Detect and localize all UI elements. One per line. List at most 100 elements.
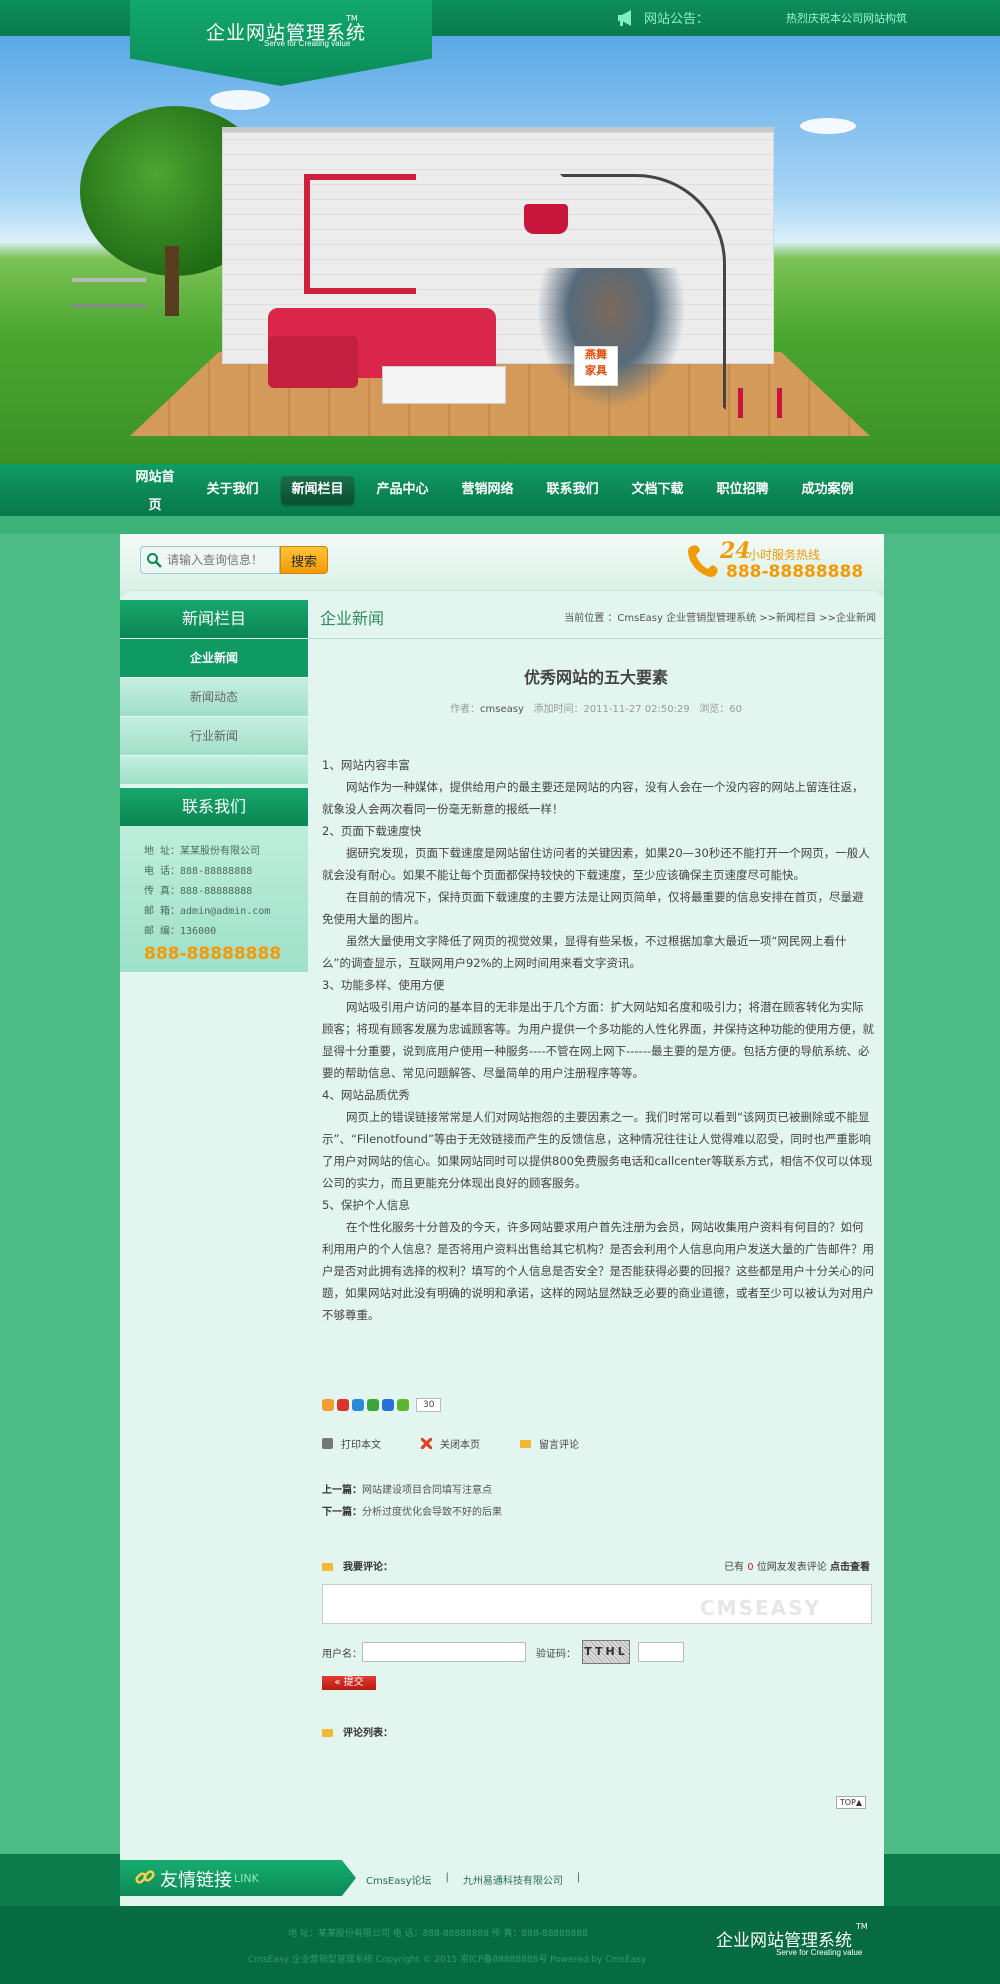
corner-triangle: [874, 590, 884, 598]
comment-title: 我要评论：: [343, 1562, 393, 1573]
share-wechat-icon[interactable]: [367, 1399, 379, 1411]
share-more-icon[interactable]: [397, 1399, 409, 1411]
contact-phone: 888-88888888: [144, 944, 282, 964]
main-content: 企业新闻 当前位置 ：CmsEasy 企业营销型管理系统 >>新闻栏目 >>企业…: [308, 600, 884, 1809]
article-heading: 5、保护个人信息: [322, 1198, 410, 1212]
prev-article-link[interactable]: 网站建设项目合同填写注意点: [362, 1485, 492, 1496]
hotline-24: 24: [720, 538, 751, 564]
nav-item[interactable]: 成功案例: [785, 464, 870, 516]
comment-form: 用户名： 验证码： TTHL: [322, 1640, 684, 1664]
share-weibo-icon[interactable]: [337, 1399, 349, 1411]
hotline-label: 小时服务热线: [748, 548, 821, 562]
username-label: 用户名：: [322, 1648, 362, 1660]
printer-icon: [322, 1438, 333, 1449]
nav-item[interactable]: 营销网络: [445, 464, 530, 516]
main-header: 企业新闻 当前位置 ：CmsEasy 企业营销型管理系统 >>新闻栏目 >>企业…: [308, 600, 884, 639]
nav-item[interactable]: 职位招聘: [700, 464, 785, 516]
folder-icon: [520, 1439, 531, 1448]
back-to-top-button[interactable]: TOP▲: [835, 1796, 866, 1809]
comment-count: 0: [747, 1562, 754, 1573]
next-article-link[interactable]: 分析过度优化会导致不好的后果: [362, 1507, 502, 1518]
captcha-label: 验证码：: [536, 1648, 576, 1660]
close-label: 关闭本页: [440, 1440, 480, 1451]
nav-item[interactable]: 文档下载: [615, 464, 700, 516]
comment-count-wrap: 已有 0 位网友发表评论 点击查看: [724, 1558, 870, 1573]
comment-list-header: 评论列表：: [322, 1724, 393, 1739]
article-title: 优秀网站的五大要素: [523, 668, 668, 687]
contact-address: 地 址：某某股份有限公司: [144, 846, 261, 857]
captcha-input[interactable]: [638, 1642, 684, 1662]
view-comments-link[interactable]: 点击查看: [830, 1562, 870, 1573]
footer-logo-tm: TM: [856, 1922, 868, 1931]
sidebar-items: 企业新闻 新闻动态 行业新闻: [120, 638, 308, 755]
username-input[interactable]: [362, 1642, 526, 1662]
folder-icon: [322, 1729, 333, 1737]
content-container: 搜索 24 小时服务热线 888-88888888 新闻栏目 企业新闻新闻动态行…: [120, 534, 884, 1906]
friend-links: CmsEasy论坛 | 九州易通科技有限公司 |: [366, 1872, 594, 1887]
search-icon: [147, 553, 162, 568]
submit-comment-button[interactable]: « 提交: [322, 1676, 376, 1690]
nav-item-label: 文档下载: [631, 482, 684, 497]
corner-triangle: [120, 590, 130, 598]
bench: [72, 278, 146, 307]
nav-item[interactable]: 网站首页: [120, 464, 190, 516]
logo-subtitle: Serve for Creating value: [264, 39, 351, 48]
nav-item-label: 职位招聘: [716, 482, 769, 497]
tree-trunk: [165, 246, 179, 316]
friend-link[interactable]: CmsEasy论坛: [366, 1872, 432, 1887]
sidebar-item[interactable]: 行业新闻: [120, 716, 308, 755]
nav-item[interactable]: 关于我们: [190, 464, 275, 516]
prev-label: 上一篇：: [322, 1485, 362, 1496]
sidebar: 新闻栏目 企业新闻 新闻动态 行业新闻 联系我们 地 址：某某股份有限公司 电 话：…: [120, 600, 308, 972]
print-label: 打印本文: [341, 1440, 381, 1451]
sofa-arm: [268, 336, 358, 388]
article-heading: 2、页面下载速度快: [322, 824, 422, 838]
close-icon: [421, 1438, 432, 1449]
share-renren-icon[interactable]: [382, 1399, 394, 1411]
captcha-image[interactable]: TTHL: [582, 1640, 630, 1664]
nav-item[interactable]: 联系我们: [530, 464, 615, 516]
logo-tm: TM: [346, 14, 358, 23]
nav-item-label: 营销网络: [461, 482, 514, 497]
nav-item[interactable]: 产品中心: [360, 464, 445, 516]
print-button[interactable]: 打印本文: [322, 1436, 401, 1451]
close-page-button[interactable]: 关闭本页: [421, 1436, 500, 1451]
comment-header: 我要评论： 已有 0 位网友发表评论 点击查看: [322, 1558, 870, 1573]
sidebar-item[interactable]: 企业新闻: [120, 638, 308, 677]
notice-text[interactable]: 热烈庆祝本公司网站构筑: [786, 10, 907, 26]
sidebar-pad: [120, 755, 308, 784]
family-sign: 燕舞 家具: [574, 346, 618, 386]
article-paragraph: 在目前的情况下，保持页面下载速度的主要方法是让网页简单，仅将最重要的信息安排在首…: [322, 890, 864, 926]
sidebar-title: 新闻栏目: [120, 600, 308, 638]
hotline-number: 888-88888888: [726, 562, 864, 582]
article-paragraph: 虽然大量使用文字降低了网页的视觉效果，显得有些呆板，不过根据加拿大最近一项“网民…: [322, 934, 847, 970]
contact-fax: 传 真：888-88888888: [144, 886, 253, 897]
link-separator: |: [445, 1872, 449, 1883]
sidebar-item[interactable]: 新闻动态: [120, 677, 308, 716]
nav-item-label: 关于我们: [206, 482, 259, 497]
breadcrumb[interactable]: 当前位置 ：CmsEasy 企业营销型管理系统 >>新闻栏目 >>企业新闻: [564, 600, 876, 638]
article-heading: 4、网站品质优秀: [322, 1088, 410, 1102]
links-title-en: LINK: [234, 1872, 259, 1885]
search-button[interactable]: 搜索: [280, 546, 328, 574]
share-tqq-icon[interactable]: [352, 1399, 364, 1411]
phone-icon: [688, 545, 718, 577]
nav-item-label: 成功案例: [801, 482, 854, 497]
article-heading: 1、网站内容丰富: [322, 758, 410, 772]
comment-textarea[interactable]: [322, 1584, 872, 1624]
cloud: [210, 90, 270, 110]
friend-link[interactable]: 九州易通科技有限公司: [463, 1872, 563, 1887]
author: cmseasy: [480, 704, 524, 715]
views-label: 浏览：: [699, 704, 730, 715]
comment-button[interactable]: 留言评论: [520, 1436, 599, 1451]
link-separator: |: [576, 1872, 581, 1883]
comment-count-prefix: 已有: [724, 1562, 745, 1573]
share-qzone-icon[interactable]: [322, 1399, 334, 1411]
family-sign-line: 家具: [585, 364, 607, 377]
contact-zip: 邮 编：136000: [144, 926, 217, 937]
notice-label: 网站公告：: [644, 12, 710, 27]
nav-item-label: 网站首页: [135, 470, 175, 513]
nav-item[interactable]: 新闻栏目: [275, 464, 360, 516]
search-bar: 搜索 24 小时服务热线 888-88888888: [120, 534, 884, 591]
article-meta: 作者：cmseasy 添加时间：2011-11-27 02:50:29 浏览：6…: [308, 700, 884, 715]
